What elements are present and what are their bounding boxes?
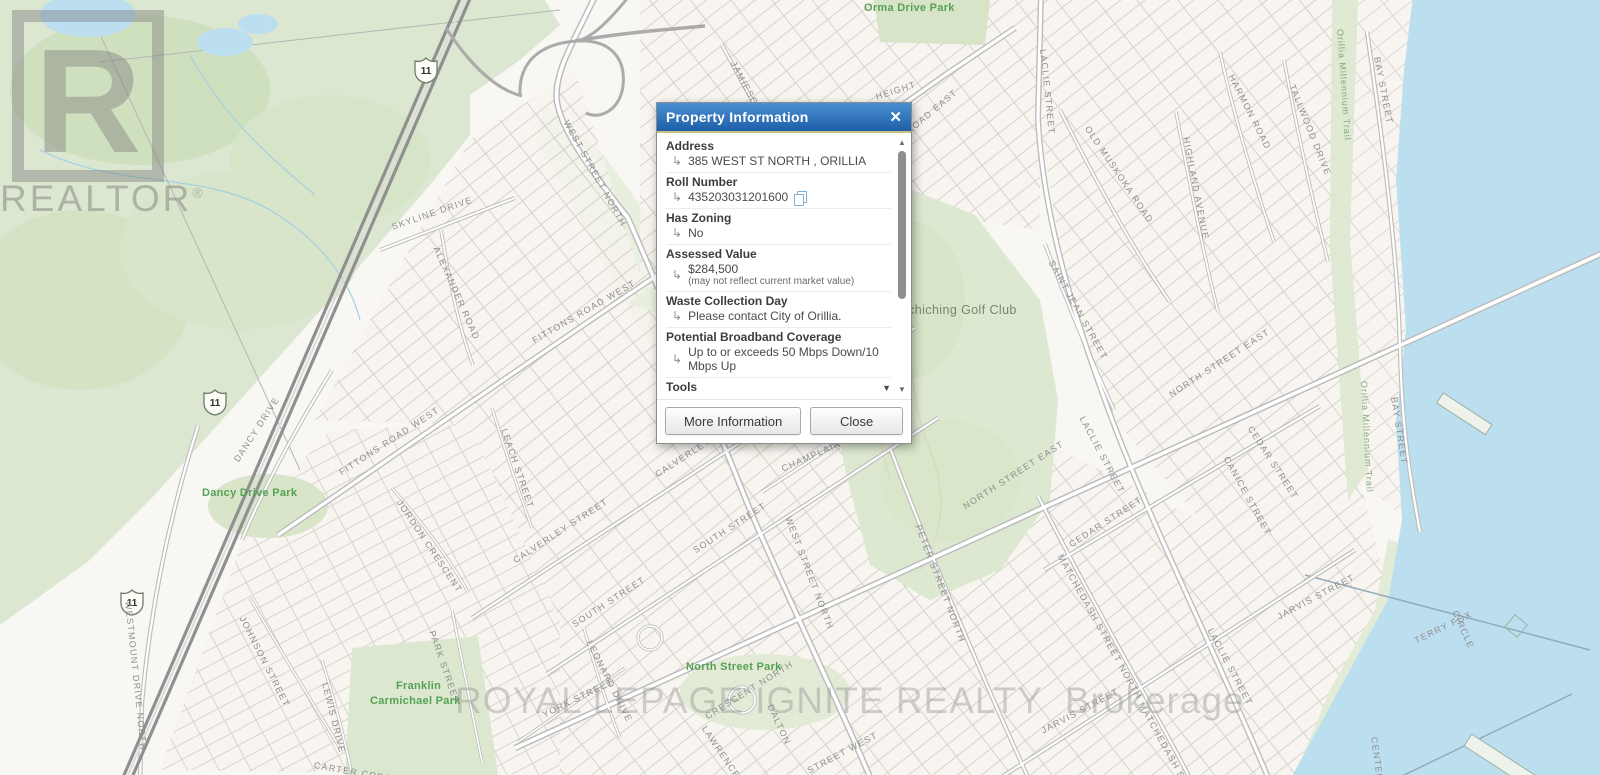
field-has-zoning: Has Zoning ↳ No	[666, 209, 891, 245]
indent-arrow-icon: ↳	[672, 353, 682, 365]
roll-number-value: 435203031201600	[688, 190, 788, 204]
field-label: Has Zoning	[666, 212, 891, 225]
close-button[interactable]: Close	[810, 407, 903, 435]
field-waste-collection: Waste Collection Day ↳ Please contact Ci…	[666, 292, 891, 328]
north-street-park-area	[680, 654, 850, 730]
highway-11-shield: 11	[121, 590, 143, 615]
field-label: Waste Collection Day	[666, 295, 891, 308]
has-zoning-value: No	[688, 226, 703, 240]
broadband-value: Up to or exceeds 50 Mbps Down/10 Mbps Up	[688, 345, 891, 373]
indent-arrow-icon: ↳	[672, 269, 682, 281]
orma-drive-park-area	[874, 0, 990, 45]
map-application: 11 11 11 JAMIESONHEIGHTFITTONS ROAD EAST…	[0, 0, 1600, 775]
popup-header: Property Information ✕	[657, 103, 911, 133]
scroll-up-icon[interactable]: ▲	[898, 138, 906, 147]
assessed-value: $284,500	[688, 262, 854, 276]
field-assessed-value: Assessed Value ↳ $284,500 (may not refle…	[666, 245, 891, 292]
popup-footer: More Information Close	[657, 399, 911, 443]
highway-11-shield: 11	[415, 58, 437, 83]
field-label: Roll Number	[666, 176, 891, 189]
scroll-thumb[interactable]	[898, 151, 906, 299]
assessed-value-note: (may not reflect current market value)	[688, 276, 854, 287]
svg-text:11: 11	[421, 66, 432, 77]
popup-title: Property Information	[666, 109, 808, 125]
field-label: Assessed Value	[666, 248, 891, 261]
address-value: 385 WEST ST NORTH , ORILLIA	[688, 154, 866, 168]
copy-icon[interactable]	[794, 191, 806, 204]
property-information-popup: Property Information ✕ Address ↳ 385 WES…	[656, 102, 912, 444]
popup-scrollbar[interactable]: ▲ ▼	[897, 138, 908, 394]
field-label: Address	[666, 140, 891, 153]
tools-label: Tools	[666, 381, 697, 394]
svg-text:11: 11	[210, 398, 221, 409]
field-roll-number: Roll Number ↳ 435203031201600	[666, 173, 891, 209]
indent-arrow-icon: ↳	[672, 227, 682, 239]
popup-body: Address ↳ 385 WEST ST NORTH , ORILLIA Ro…	[657, 133, 911, 399]
highway-11-shield: 11	[204, 390, 226, 415]
svg-text:11: 11	[127, 598, 138, 609]
field-label: Potential Broadband Coverage	[666, 331, 891, 344]
indent-arrow-icon: ↳	[672, 310, 682, 322]
field-address: Address ↳ 385 WEST ST NORTH , ORILLIA	[666, 137, 891, 173]
field-broadband: Potential Broadband Coverage ↳ Up to or …	[666, 328, 891, 378]
tools-caret-icon[interactable]: ▼	[882, 383, 891, 393]
indent-arrow-icon: ↳	[672, 155, 682, 167]
tools-section[interactable]: Tools ▼	[666, 378, 891, 397]
scroll-down-icon[interactable]: ▼	[898, 385, 906, 394]
close-icon[interactable]: ✕	[889, 110, 902, 125]
waste-collection-value: Please contact City of Orillia.	[688, 309, 841, 323]
indent-arrow-icon: ↳	[672, 191, 682, 203]
more-information-button[interactable]: More Information	[665, 407, 801, 435]
franklin-carmichael-park-area	[345, 636, 498, 775]
